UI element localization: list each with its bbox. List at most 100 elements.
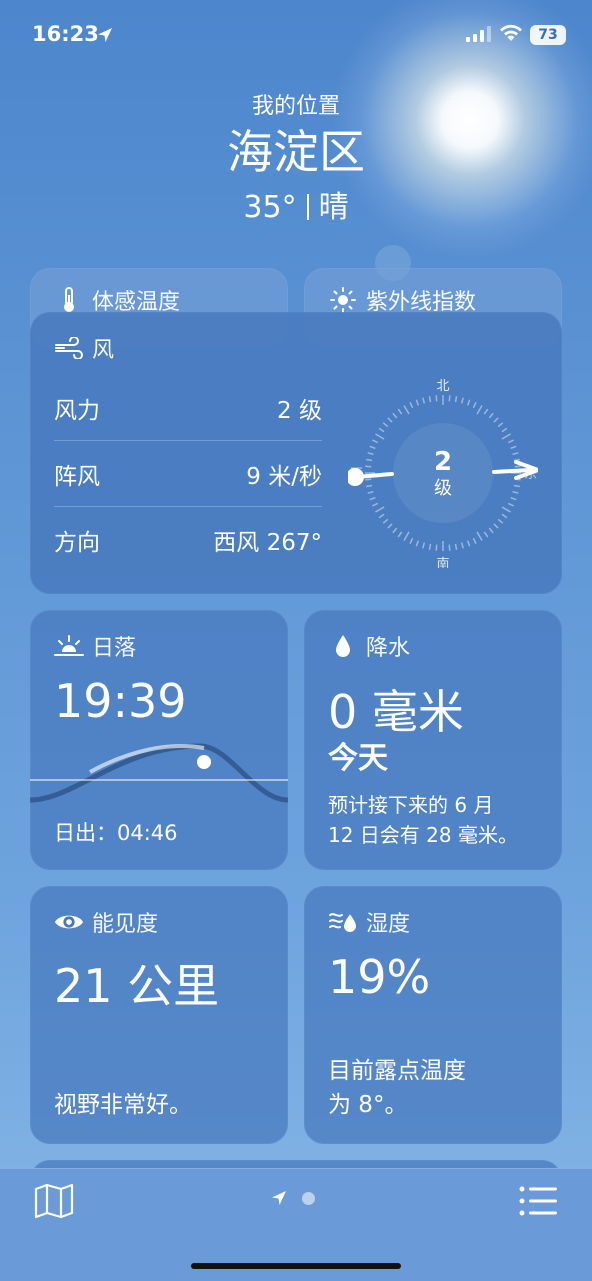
compass-tick <box>435 395 438 402</box>
signal-icon <box>466 26 491 42</box>
compass-tick <box>460 397 464 404</box>
compass-tick <box>466 540 471 547</box>
compass-level: 2 <box>434 447 452 477</box>
precipitation-period: 今天 <box>328 741 388 776</box>
compass-tick <box>488 412 494 419</box>
current-conditions: 35° 晴 <box>0 182 592 226</box>
page-dot <box>302 1191 315 1205</box>
precipitation-card[interactable]: 降水 0 毫米 今天 预计接下来的 6 月 12 日会有 28 毫米。 <box>304 610 562 870</box>
wind-gust-label: 阵风 <box>54 464 100 490</box>
home-indicator[interactable] <box>191 1263 401 1269</box>
map-icon[interactable] <box>34 1183 74 1219</box>
compass-tick <box>371 502 379 507</box>
compass-tick <box>366 458 373 462</box>
humidity-icon <box>328 909 358 935</box>
compass-tick <box>392 527 398 534</box>
compass-tick <box>483 408 489 415</box>
humidity-value: 19% <box>328 950 431 1004</box>
compass-tick <box>513 484 520 488</box>
wind-direction-row: 方向 西风 267° <box>54 508 322 572</box>
compass-tick <box>366 484 373 488</box>
sunset-icon <box>54 633 84 659</box>
sun-path-graph <box>30 743 288 803</box>
compass-tick <box>501 513 508 519</box>
compass-unit: 级 <box>434 478 452 499</box>
humidity-note-line2: 为 8°。 <box>328 1092 408 1118</box>
compass-tick <box>493 417 499 423</box>
compass-tick <box>403 405 410 415</box>
humidity-card[interactable]: 湿度 19% 目前露点温度 为 8°。 <box>304 886 562 1144</box>
compass-tick <box>387 523 393 529</box>
compass-tick <box>454 543 458 550</box>
compass-tick <box>448 395 451 402</box>
compass-tick <box>367 490 374 494</box>
visibility-title: 能见度 <box>92 912 159 937</box>
precipitation-title: 降水 <box>366 636 411 661</box>
compass-tick <box>507 439 515 444</box>
compass-tick <box>375 506 385 513</box>
divider <box>306 194 309 220</box>
compass-tick <box>428 543 432 550</box>
compass-tick <box>397 408 403 415</box>
compass-tick <box>507 502 515 507</box>
precipitation-forecast-line1: 预计接下来的 6 月 <box>328 793 494 817</box>
location-arrow-icon <box>98 28 112 42</box>
compass-tick <box>514 465 521 468</box>
list-icon[interactable] <box>518 1185 558 1217</box>
visibility-note: 视野非常好。 <box>54 1092 192 1118</box>
compass-tick <box>369 496 376 501</box>
compass-tick <box>382 518 389 524</box>
visibility-card[interactable]: 能见度 21 公里 视野非常好。 <box>30 886 288 1144</box>
wind-direction-value: 西风 267° <box>213 530 322 556</box>
compass-south: 南 <box>436 556 449 568</box>
compass-tick <box>367 452 374 456</box>
compass-tick <box>378 427 385 433</box>
compass-tick <box>415 399 420 406</box>
compass-tick <box>510 445 517 450</box>
compass-tick <box>512 452 519 456</box>
compass-tick <box>378 513 385 519</box>
compass-tick <box>497 518 504 524</box>
status-bar: 16:23 73 <box>0 0 592 70</box>
raindrop-icon <box>328 633 358 659</box>
compass-tick <box>488 527 494 534</box>
thermometer-icon <box>54 287 84 313</box>
compass-tick <box>472 401 477 409</box>
compass-tick <box>501 506 511 513</box>
battery-icon: 73 <box>530 25 566 45</box>
wifi-icon <box>500 24 522 41</box>
compass-tick <box>454 396 458 403</box>
compass-tick <box>371 439 379 444</box>
compass-tick <box>365 465 372 468</box>
compass-tick <box>476 405 483 415</box>
wind-icon <box>54 335 84 361</box>
compass-tick <box>493 523 499 529</box>
compass-tick <box>409 537 414 545</box>
page-indicator[interactable] <box>270 1189 315 1207</box>
location-label: 我的位置 <box>251 94 340 119</box>
compass-tick <box>375 433 385 440</box>
compass-tick <box>435 544 438 551</box>
sunset-card[interactable]: 日落 19:39 日出：04:46 <box>30 610 288 870</box>
wind-force-row: 风力 2 级 <box>54 376 322 441</box>
compass-tick <box>497 422 504 428</box>
compass-tick <box>369 445 376 450</box>
location-header: 我的位置 海淀区 35° 晴 <box>0 88 592 226</box>
wind-gust-value: 9 米/秒 <box>246 464 322 490</box>
wind-direction-label: 方向 <box>54 530 100 556</box>
compass-tick <box>422 542 426 549</box>
humidity-title: 湿度 <box>366 912 411 937</box>
compass-tick <box>387 417 393 423</box>
status-time: 16:23 <box>32 22 99 46</box>
wind-force-value: 2 级 <box>277 398 322 424</box>
precipitation-forecast-line2: 12 日会有 28 毫米。 <box>328 823 518 847</box>
compass-tick <box>501 427 508 433</box>
compass-tick <box>409 401 414 409</box>
compass-tick <box>365 478 372 481</box>
wind-gust-row: 阵风 9 米/秒 <box>54 442 322 507</box>
compass-tick <box>460 542 464 549</box>
wind-card[interactable]: 风 风力 2 级 阵风 9 米/秒 方向 西风 267° 北 南 西 东 2 级 <box>30 312 562 594</box>
sunset-time: 19:39 <box>54 674 187 728</box>
compass-tick <box>501 433 511 440</box>
compass-north: 北 <box>436 379 449 394</box>
